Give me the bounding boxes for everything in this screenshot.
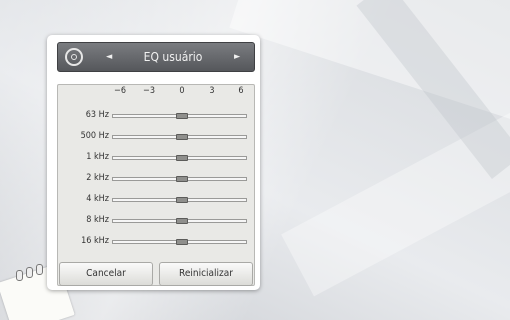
left-arrow-icon[interactable]: ◄ — [106, 43, 112, 71]
eq-preset-title: EQ usuário — [143, 50, 203, 64]
band-slider-thumb[interactable] — [176, 155, 188, 161]
cancel-button[interactable]: Cancelar — [59, 262, 153, 286]
eq-preset-selector[interactable]: ◄ EQ usuário ► — [57, 42, 255, 72]
band-slider-thumb[interactable] — [176, 134, 188, 140]
band-slider-thumb[interactable] — [176, 239, 188, 245]
disc-icon — [65, 48, 83, 66]
scale-label: −3 — [143, 86, 155, 96]
right-arrow-icon[interactable]: ► — [234, 43, 240, 71]
reset-button[interactable]: Reinicializar — [159, 262, 253, 286]
band-slider-thumb[interactable] — [176, 176, 188, 182]
notepad-ring — [26, 267, 33, 278]
band-slider-thumb[interactable] — [176, 218, 188, 224]
scale-label: 3 — [209, 86, 215, 96]
notepad-ring — [16, 270, 23, 281]
band-label: 2 kHz — [86, 173, 109, 183]
tv-screen-background: ◄ EQ usuário ► −6 −3 0 3 6 63 Hz 500 Hz … — [0, 0, 510, 320]
scale-label: 0 — [179, 86, 185, 96]
band-label: 500 Hz — [80, 131, 109, 141]
scale-label: 6 — [238, 86, 244, 96]
band-label: 16 kHz — [81, 236, 109, 246]
band-slider-thumb[interactable] — [176, 113, 188, 119]
band-label: 1 kHz — [86, 152, 109, 162]
scale-label: −6 — [114, 86, 126, 96]
band-slider-thumb[interactable] — [176, 197, 188, 203]
band-label: 4 kHz — [86, 194, 109, 204]
notepad-ring — [36, 264, 43, 275]
band-label: 63 Hz — [85, 110, 109, 120]
band-label: 8 kHz — [86, 215, 109, 225]
